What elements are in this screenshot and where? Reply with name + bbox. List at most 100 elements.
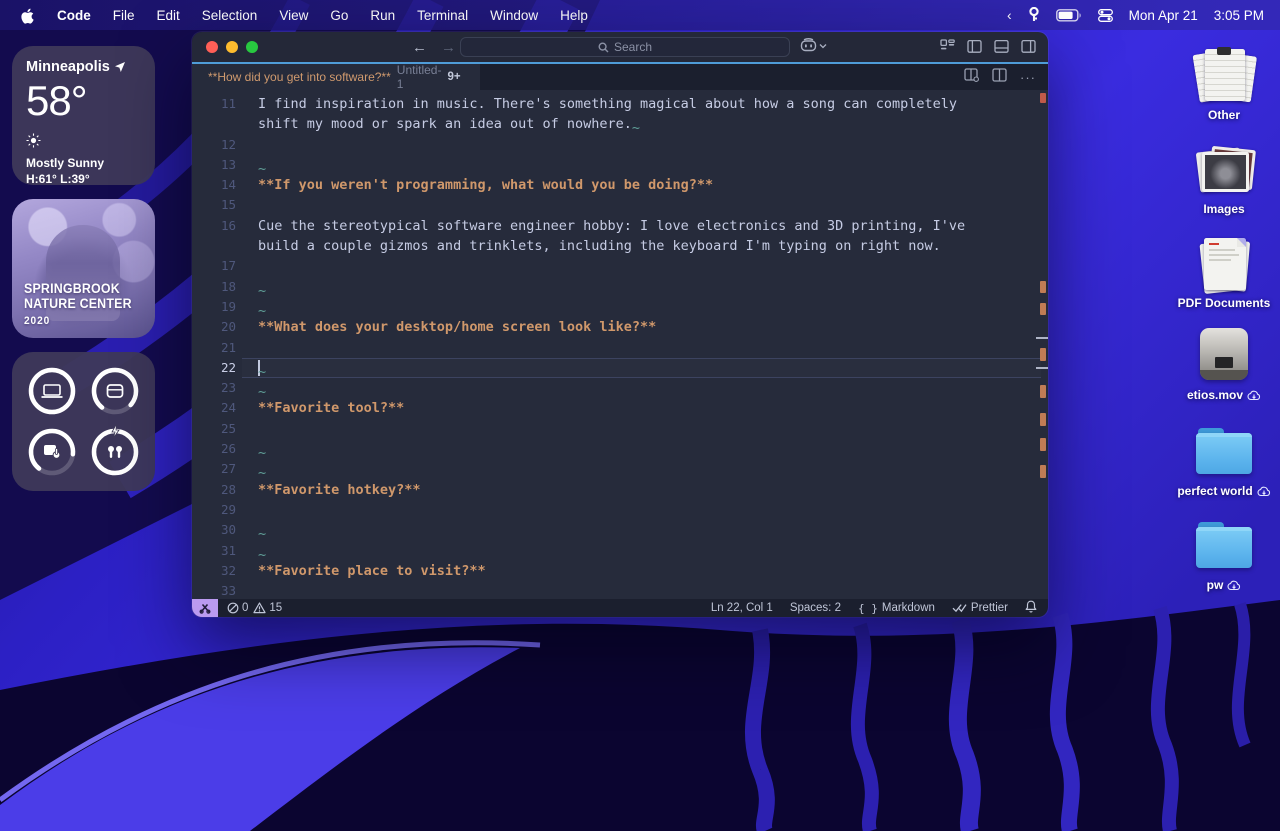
stack-pdf-icon [1174, 234, 1274, 292]
formatter-status[interactable]: Prettier [952, 602, 1008, 614]
zoom-button[interactable] [246, 41, 258, 53]
toggle-primary-sidebar-icon[interactable] [967, 39, 982, 59]
menu-item-view[interactable]: View [279, 8, 308, 23]
command-center-search[interactable]: Search [460, 37, 790, 57]
code-line[interactable]: 30~ [192, 520, 1048, 540]
split-editor-icon[interactable] [992, 68, 1007, 87]
error-count: 0 [242, 602, 248, 614]
copilot-menu[interactable] [800, 38, 827, 53]
code-line[interactable]: 15 [192, 195, 1048, 215]
toggle-secondary-sidebar-icon[interactable] [1021, 39, 1036, 59]
photo-title-line1: SPRINGBROOK [24, 281, 132, 296]
problems-warnings[interactable]: 15 [253, 602, 282, 614]
code-line[interactable]: 12 [192, 135, 1048, 155]
desktop-icon-label: perfect world [1174, 484, 1274, 498]
control-center-icon[interactable] [1098, 9, 1113, 22]
cursor-overview-mark [1036, 367, 1048, 369]
desktop-icon-other[interactable]: Other [1174, 46, 1274, 122]
code-line[interactable]: 32**Favorite place to visit?** [192, 561, 1048, 581]
current-line-highlight [242, 358, 1041, 378]
weather-widget[interactable]: Minneapolis 58° Mostly Sunny H:61° L:39° [12, 46, 155, 185]
code-line[interactable]: 14**If you weren't programming, what wou… [192, 175, 1048, 195]
code-line[interactable]: 11I find inspiration in music. There's s… [192, 94, 1048, 114]
desktop-icon-pw[interactable]: pw [1174, 516, 1274, 592]
menu-item-go[interactable]: Go [330, 8, 348, 23]
menu-item-edit[interactable]: Edit [157, 8, 180, 23]
code-line[interactable]: 18~ [192, 277, 1048, 297]
toggle-panel-icon[interactable] [994, 39, 1009, 59]
code-line[interactable]: 13~ [192, 155, 1048, 175]
code-line[interactable]: 27~ [192, 459, 1048, 479]
notifications-bell-icon[interactable] [1025, 600, 1037, 616]
customize-layout-icon[interactable] [940, 39, 955, 59]
charging-bolt-icon [112, 424, 119, 438]
minimize-button[interactable] [226, 41, 238, 53]
key-icon[interactable] [1028, 7, 1040, 23]
close-button[interactable] [206, 41, 218, 53]
apple-menu[interactable] [20, 7, 35, 24]
cursor-position[interactable]: Ln 22, Col 1 [711, 602, 773, 614]
code-line[interactable]: 22~ [192, 358, 1048, 378]
warning-mark [1040, 413, 1046, 426]
code-line[interactable]: 23~ [192, 378, 1048, 398]
code-text: I find inspiration in music. There's som… [258, 96, 957, 112]
chevron-left-icon[interactable]: ‹ [1007, 7, 1012, 23]
overview-ruler [1038, 90, 1048, 599]
code-line[interactable]: build a couple gizmos and trinklets, inc… [192, 236, 1048, 256]
warning-mark [1040, 303, 1046, 315]
line-number: 28 [192, 480, 236, 500]
desktop-icon-images[interactable]: Images [1174, 140, 1274, 216]
code-line[interactable]: 31~ [192, 541, 1048, 561]
back-button[interactable]: ← [412, 39, 427, 56]
line-number: 23 [192, 378, 236, 398]
desktop-icon-pdf-documents[interactable]: PDF Documents [1174, 234, 1274, 310]
menu-item-selection[interactable]: Selection [202, 8, 258, 23]
menu-time[interactable]: 3:05 PM [1214, 8, 1264, 23]
menu-item-help[interactable]: Help [560, 8, 588, 23]
code-line[interactable]: 25 [192, 419, 1048, 439]
tab-title: **How did you get into software?** [208, 70, 391, 84]
code-line[interactable]: 26~ [192, 439, 1048, 459]
menu-item-window[interactable]: Window [490, 8, 538, 23]
language-mode[interactable]: { }Markdown [858, 602, 935, 615]
cursor-overview-mark [1036, 337, 1048, 339]
code-line[interactable]: 33 [192, 581, 1048, 599]
code-line[interactable]: 19~ [192, 297, 1048, 317]
code-line[interactable]: 16Cue the stereotypical software enginee… [192, 216, 1048, 236]
menu-date[interactable]: Mon Apr 21 [1129, 8, 1198, 23]
code-line[interactable]: 24**Favorite tool?** [192, 398, 1048, 418]
desktop-icon-label: PDF Documents [1174, 296, 1274, 310]
indentation[interactable]: Spaces: 2 [790, 602, 841, 614]
menu-item-file[interactable]: File [113, 8, 135, 23]
line-content: **Favorite tool?** [258, 398, 404, 418]
code-line[interactable]: 29 [192, 500, 1048, 520]
line-content: **What does your desktop/home screen loo… [258, 317, 656, 337]
more-actions-button[interactable]: ··· [1020, 70, 1036, 85]
tab-untitled-1[interactable]: **How did you get into software?** Untit… [192, 64, 480, 90]
desktop-icon-perfect-world[interactable]: perfect world [1174, 422, 1274, 498]
editor-tab-bar: **How did you get into software?** Untit… [192, 62, 1048, 90]
code-line[interactable]: 17 [192, 256, 1048, 276]
line-content: I find inspiration in music. There's som… [258, 94, 957, 114]
battery-icon[interactable] [1056, 9, 1082, 22]
remote-indicator[interactable] [192, 599, 218, 617]
menu-item-run[interactable]: Run [370, 8, 395, 23]
code-editor[interactable]: 11I find inspiration in music. There's s… [192, 90, 1048, 599]
code-line[interactable]: 28 **Favorite hotkey?** [192, 480, 1048, 500]
code-line[interactable]: 20**What does your desktop/home screen l… [192, 317, 1048, 337]
problems-errors[interactable]: 0 [227, 602, 248, 614]
code-line[interactable]: 21 [192, 338, 1048, 358]
menu-item-code[interactable]: Code [57, 8, 91, 23]
forward-button[interactable]: → [441, 39, 456, 56]
line-number: 31 [192, 541, 236, 561]
window-titlebar[interactable]: ← → Search [192, 32, 1048, 62]
split-editor-changes-icon[interactable] [964, 68, 979, 87]
code-text: **Favorite tool?** [258, 400, 404, 416]
desktop-icon-etios-mov[interactable]: etios.mov [1174, 326, 1274, 402]
photos-widget[interactable]: SPRINGBROOK NATURE CENTER 2020 [12, 199, 155, 338]
code-line[interactable]: shift my mood or spark an idea out of no… [192, 114, 1048, 134]
batteries-widget[interactable] [12, 352, 155, 491]
line-content: **Favorite hotkey?** [258, 480, 421, 500]
menu-item-terminal[interactable]: Terminal [417, 8, 468, 23]
desktop-screen: Code File Edit Selection View Go Run Terminal Wi… [0, 0, 1280, 831]
